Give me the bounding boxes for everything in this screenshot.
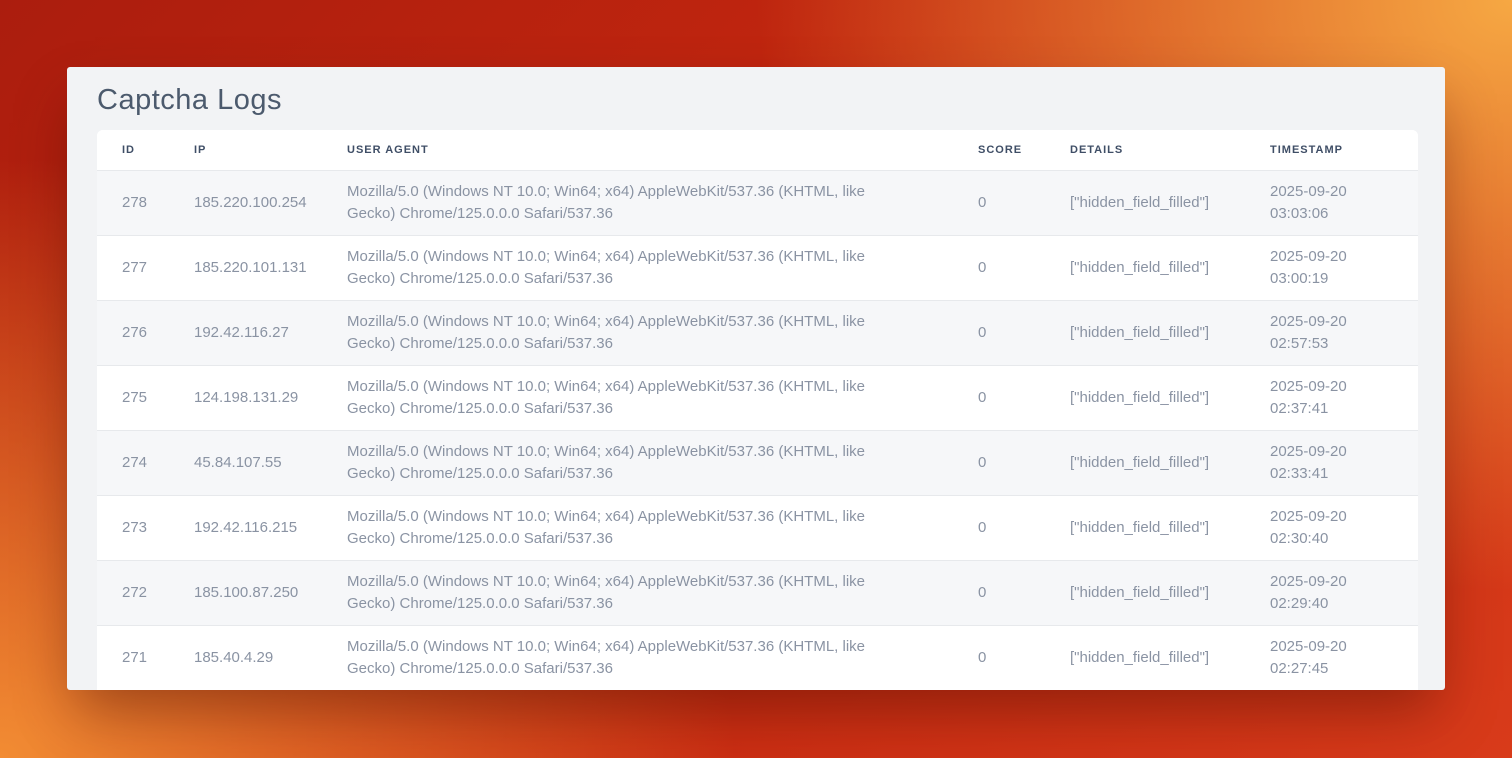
cell-id: 271 xyxy=(97,625,169,690)
cell-ip: 192.42.116.215 xyxy=(169,495,322,560)
cell-timestamp: 2025-09-20 02:37:41 xyxy=(1245,365,1418,430)
cell-id: 278 xyxy=(97,170,169,235)
cell-user-agent: Mozilla/5.0 (Windows NT 10.0; Win64; x64… xyxy=(322,170,953,235)
cell-score: 0 xyxy=(953,495,1045,560)
cell-details: ["hidden_field_filled"] xyxy=(1045,560,1245,625)
column-header-timestamp: TIMESTAMP xyxy=(1245,130,1418,170)
timestamp-time: 02:29:40 xyxy=(1270,593,1408,615)
cell-id: 275 xyxy=(97,365,169,430)
cell-id: 276 xyxy=(97,300,169,365)
cell-score: 0 xyxy=(953,365,1045,430)
table-header: ID IP USER AGENT SCORE DETAILS TIMESTAMP xyxy=(97,130,1418,170)
table-body: 278 185.220.100.254 Mozilla/5.0 (Windows… xyxy=(97,170,1418,690)
table-row: 274 45.84.107.55 Mozilla/5.0 (Windows NT… xyxy=(97,430,1418,495)
timestamp-date: 2025-09-20 xyxy=(1270,246,1408,268)
timestamp-date: 2025-09-20 xyxy=(1270,311,1408,333)
cell-user-agent: Mozilla/5.0 (Windows NT 10.0; Win64; x64… xyxy=(322,560,953,625)
timestamp-date: 2025-09-20 xyxy=(1270,636,1408,658)
column-header-id: ID xyxy=(97,130,169,170)
cell-timestamp: 2025-09-20 03:03:06 xyxy=(1245,170,1418,235)
cell-ip: 192.42.116.27 xyxy=(169,300,322,365)
timestamp-date: 2025-09-20 xyxy=(1270,441,1408,463)
cell-details: ["hidden_field_filled"] xyxy=(1045,625,1245,690)
cell-user-agent: Mozilla/5.0 (Windows NT 10.0; Win64; x64… xyxy=(322,365,953,430)
cell-timestamp: 2025-09-20 02:27:45 xyxy=(1245,625,1418,690)
cell-id: 274 xyxy=(97,430,169,495)
cell-score: 0 xyxy=(953,560,1045,625)
cell-score: 0 xyxy=(953,430,1045,495)
cell-details: ["hidden_field_filled"] xyxy=(1045,170,1245,235)
logs-table-container: ID IP USER AGENT SCORE DETAILS TIMESTAMP… xyxy=(97,130,1418,690)
cell-ip: 45.84.107.55 xyxy=(169,430,322,495)
timestamp-date: 2025-09-20 xyxy=(1270,571,1408,593)
cell-user-agent: Mozilla/5.0 (Windows NT 10.0; Win64; x64… xyxy=(322,495,953,560)
cell-ip: 185.40.4.29 xyxy=(169,625,322,690)
timestamp-time: 02:57:53 xyxy=(1270,333,1408,355)
column-header-ip: IP xyxy=(169,130,322,170)
cell-id: 277 xyxy=(97,235,169,300)
timestamp-time: 02:37:41 xyxy=(1270,398,1408,420)
table-row: 272 185.100.87.250 Mozilla/5.0 (Windows … xyxy=(97,560,1418,625)
table-row: 278 185.220.100.254 Mozilla/5.0 (Windows… xyxy=(97,170,1418,235)
table-header-row: ID IP USER AGENT SCORE DETAILS TIMESTAMP xyxy=(97,130,1418,170)
page-title: Captcha Logs xyxy=(67,67,1445,130)
cell-id: 272 xyxy=(97,560,169,625)
table-row: 277 185.220.101.131 Mozilla/5.0 (Windows… xyxy=(97,235,1418,300)
timestamp-time: 02:27:45 xyxy=(1270,658,1408,680)
cell-timestamp: 2025-09-20 03:00:19 xyxy=(1245,235,1418,300)
cell-user-agent: Mozilla/5.0 (Windows NT 10.0; Win64; x64… xyxy=(322,430,953,495)
timestamp-time: 02:33:41 xyxy=(1270,463,1408,485)
cell-ip: 185.220.100.254 xyxy=(169,170,322,235)
timestamp-time: 02:30:40 xyxy=(1270,528,1408,550)
cell-timestamp: 2025-09-20 02:29:40 xyxy=(1245,560,1418,625)
cell-user-agent: Mozilla/5.0 (Windows NT 10.0; Win64; x64… xyxy=(322,300,953,365)
timestamp-time: 03:03:06 xyxy=(1270,203,1408,225)
column-header-details: DETAILS xyxy=(1045,130,1245,170)
cell-score: 0 xyxy=(953,300,1045,365)
cell-user-agent: Mozilla/5.0 (Windows NT 10.0; Win64; x64… xyxy=(322,235,953,300)
table-row: 271 185.40.4.29 Mozilla/5.0 (Windows NT … xyxy=(97,625,1418,690)
cell-score: 0 xyxy=(953,625,1045,690)
cell-timestamp: 2025-09-20 02:30:40 xyxy=(1245,495,1418,560)
cell-details: ["hidden_field_filled"] xyxy=(1045,300,1245,365)
timestamp-date: 2025-09-20 xyxy=(1270,181,1408,203)
column-header-score: SCORE xyxy=(953,130,1045,170)
table-row: 275 124.198.131.29 Mozilla/5.0 (Windows … xyxy=(97,365,1418,430)
cell-id: 273 xyxy=(97,495,169,560)
cell-ip: 185.220.101.131 xyxy=(169,235,322,300)
cell-timestamp: 2025-09-20 02:33:41 xyxy=(1245,430,1418,495)
timestamp-date: 2025-09-20 xyxy=(1270,506,1408,528)
timestamp-date: 2025-09-20 xyxy=(1270,376,1408,398)
cell-ip: 124.198.131.29 xyxy=(169,365,322,430)
cell-user-agent: Mozilla/5.0 (Windows NT 10.0; Win64; x64… xyxy=(322,625,953,690)
cell-details: ["hidden_field_filled"] xyxy=(1045,235,1245,300)
cell-details: ["hidden_field_filled"] xyxy=(1045,495,1245,560)
captcha-logs-table: ID IP USER AGENT SCORE DETAILS TIMESTAMP… xyxy=(97,130,1418,690)
table-row: 276 192.42.116.27 Mozilla/5.0 (Windows N… xyxy=(97,300,1418,365)
captcha-logs-card: Captcha Logs ID IP USER AGENT SCORE xyxy=(67,67,1445,690)
table-row: 273 192.42.116.215 Mozilla/5.0 (Windows … xyxy=(97,495,1418,560)
column-header-user-agent: USER AGENT xyxy=(322,130,953,170)
cell-timestamp: 2025-09-20 02:57:53 xyxy=(1245,300,1418,365)
cell-details: ["hidden_field_filled"] xyxy=(1045,430,1245,495)
cell-details: ["hidden_field_filled"] xyxy=(1045,365,1245,430)
cell-score: 0 xyxy=(953,170,1045,235)
cell-score: 0 xyxy=(953,235,1045,300)
timestamp-time: 03:00:19 xyxy=(1270,268,1408,290)
cell-ip: 185.100.87.250 xyxy=(169,560,322,625)
